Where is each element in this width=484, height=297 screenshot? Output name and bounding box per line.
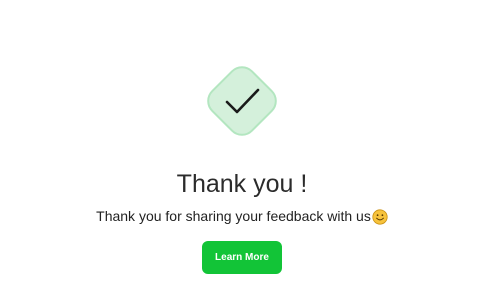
- confirmation-message: Thank you for sharing your feedback with…: [96, 208, 371, 224]
- smiley-face-icon: [372, 209, 388, 230]
- learn-more-button[interactable]: Learn More: [202, 241, 282, 274]
- checkmark-icon: [207, 66, 277, 136]
- feedback-confirmation: Thank you ! Thank you for sharing your f…: [0, 0, 484, 297]
- confirmation-message-row: Thank you for sharing your feedback with…: [0, 206, 484, 230]
- success-badge: [190, 49, 294, 153]
- page-title: Thank you !: [176, 170, 308, 198]
